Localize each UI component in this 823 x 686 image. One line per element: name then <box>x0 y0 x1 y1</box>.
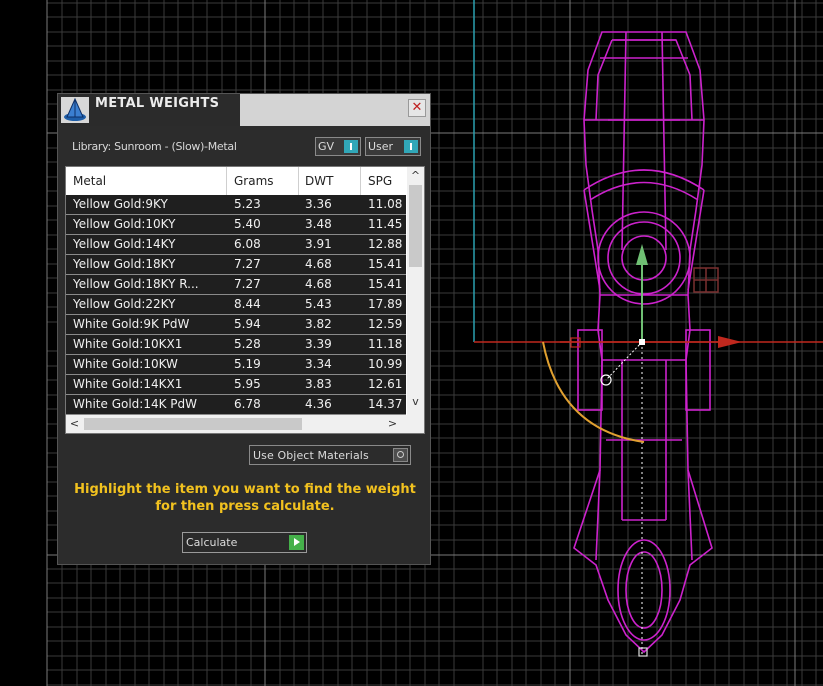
cell-grams: 5.28 <box>234 337 261 351</box>
cell-metal: Yellow Gold:18KY <box>73 257 176 271</box>
panel-titlebar[interactable]: METAL WEIGHTS ✕ <box>58 94 430 126</box>
calculate-button[interactable]: Calculate <box>182 532 307 553</box>
cell-dwt: 3.34 <box>305 357 332 371</box>
cell-metal: Yellow Gold:10KY <box>73 217 176 231</box>
cell-spg: 11.08 <box>368 197 403 211</box>
cell-grams: 5.23 <box>234 197 261 211</box>
table-row[interactable]: Yellow Gold:14KY 6.08 3.91 12.88 <box>66 235 406 255</box>
user-toggle-switch-icon <box>404 140 418 153</box>
user-toggle-label: User <box>368 140 394 153</box>
cell-metal: White Gold:14KX1 <box>73 377 183 391</box>
cell-spg: 10.99 <box>368 357 403 371</box>
cell-spg: 11.45 <box>368 217 403 231</box>
table-row[interactable]: Yellow Gold:22KY 8.44 5.43 17.89 <box>66 295 406 315</box>
instruction-text: Highlight the item you want to find the … <box>74 482 416 514</box>
column-header-dwt[interactable]: DWT <box>305 174 333 188</box>
cell-grams: 5.94 <box>234 317 261 331</box>
panel-title: METAL WEIGHTS <box>95 96 220 111</box>
cell-dwt: 3.83 <box>305 377 332 391</box>
use-object-materials-label: Use Object Materials <box>253 449 369 462</box>
cell-grams: 5.40 <box>234 217 261 231</box>
table-row[interactable]: White Gold:9K PdW 5.94 3.82 12.59 <box>66 315 406 335</box>
cell-metal: Yellow Gold:9KY <box>73 197 168 211</box>
cell-dwt: 4.68 <box>305 257 332 271</box>
scroll-left-icon[interactable]: < <box>66 417 83 430</box>
cell-metal: Yellow Gold:22KY <box>73 297 176 311</box>
table-row[interactable]: Yellow Gold:9KY 5.23 3.36 11.08 <box>66 195 406 215</box>
scroll-down-icon[interactable]: v <box>407 395 424 408</box>
table-header: Metal Grams DWT SPG <box>66 167 406 195</box>
cell-metal: White Gold:10KX1 <box>73 337 183 351</box>
scroll-up-icon[interactable]: ^ <box>407 169 424 182</box>
column-header-metal[interactable]: Metal <box>73 174 106 188</box>
cell-dwt: 3.82 <box>305 317 332 331</box>
metal-weights-panel: METAL WEIGHTS ✕ Library: Sunroom - (Slow… <box>57 93 431 565</box>
cell-metal: Yellow Gold:14KY <box>73 237 176 251</box>
cell-spg: 12.61 <box>368 377 403 391</box>
table-row[interactable]: Yellow Gold:18KY R... 7.27 4.68 15.41 <box>66 275 406 295</box>
cell-metal: White Gold:10KW <box>73 357 178 371</box>
cell-dwt: 4.68 <box>305 277 332 291</box>
table-row[interactable]: White Gold:10KX1 5.28 3.39 11.18 <box>66 335 406 355</box>
vertical-scroll-thumb[interactable] <box>409 185 422 267</box>
horizontal-scroll-thumb[interactable] <box>84 418 302 430</box>
cell-spg: 15.41 <box>368 277 403 291</box>
gv-toggle-label: GV <box>318 140 335 153</box>
cell-dwt: 3.39 <box>305 337 332 351</box>
table-row[interactable]: White Gold:10KW 5.19 3.34 10.99 <box>66 355 406 375</box>
radio-icon <box>393 448 408 462</box>
cell-grams: 6.08 <box>234 237 261 251</box>
cell-grams: 5.95 <box>234 377 261 391</box>
cell-spg: 12.88 <box>368 237 403 251</box>
cell-spg: 12.59 <box>368 317 403 331</box>
cell-dwt: 3.48 <box>305 217 332 231</box>
gv-toggle-switch-icon <box>344 140 358 153</box>
close-button[interactable]: ✕ <box>408 99 426 117</box>
cell-grams: 7.27 <box>234 257 261 271</box>
library-label: Library: Sunroom - (Slow)-Metal <box>72 140 237 153</box>
cell-spg: 14.37 <box>368 397 403 411</box>
table-row[interactable]: Yellow Gold:18KY 7.27 4.68 15.41 <box>66 255 406 275</box>
column-header-spg[interactable]: SPG <box>368 174 392 188</box>
vertical-scrollbar[interactable]: ^ v <box>407 167 424 415</box>
cell-metal: White Gold:9K PdW <box>73 317 190 331</box>
table-row[interactable]: White Gold:14KX1 5.95 3.83 12.61 <box>66 375 406 395</box>
column-header-grams[interactable]: Grams <box>234 174 274 188</box>
cell-spg: 11.18 <box>368 337 403 351</box>
cell-dwt: 3.91 <box>305 237 332 251</box>
table-row[interactable]: Yellow Gold:10KY 5.40 3.48 11.45 <box>66 215 406 235</box>
use-object-materials-toggle[interactable]: Use Object Materials <box>249 445 411 465</box>
metal-weights-logo-icon <box>61 97 89 123</box>
cell-spg: 17.89 <box>368 297 403 311</box>
scroll-right-icon[interactable]: > <box>384 417 401 430</box>
play-icon <box>289 535 304 550</box>
cell-spg: 15.41 <box>368 257 403 271</box>
cell-grams: 6.78 <box>234 397 261 411</box>
table-row[interactable]: White Gold:14K PdW 6.78 4.36 14.37 <box>66 395 406 415</box>
table-body: Yellow Gold:9KY 5.23 3.36 11.08 Yellow Gold:… <box>66 195 406 415</box>
user-toggle[interactable]: User <box>365 137 421 156</box>
metal-table: Metal Grams DWT SPG Yellow Gold:9KY 5.23 3… <box>65 166 425 434</box>
cell-grams: 8.44 <box>234 297 261 311</box>
horizontal-scrollbar[interactable]: < > <box>66 415 424 433</box>
calculate-label: Calculate <box>186 536 238 549</box>
cell-dwt: 4.36 <box>305 397 332 411</box>
cell-grams: 5.19 <box>234 357 261 371</box>
cell-grams: 7.27 <box>234 277 261 291</box>
cell-metal: White Gold:14K PdW <box>73 397 198 411</box>
cell-dwt: 5.43 <box>305 297 332 311</box>
cell-metal: Yellow Gold:18KY R... <box>73 277 199 291</box>
gv-toggle[interactable]: GV <box>315 137 361 156</box>
cell-dwt: 3.36 <box>305 197 332 211</box>
